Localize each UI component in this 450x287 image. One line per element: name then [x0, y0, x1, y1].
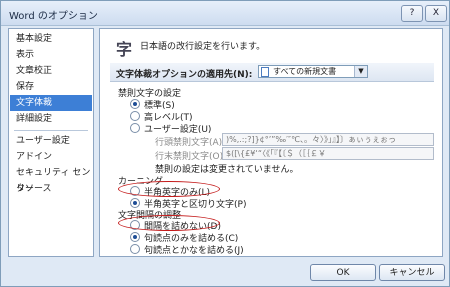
main-panel: 字 日本語の改行設定を行います。 文字体裁オプションの適用先(N): すべての新… — [99, 28, 443, 257]
line-start-field[interactable]: )%,.:;?]}¢°’”‰′″℃、。々〉》」』】〕ぁぃぅぇぉっ — [222, 133, 434, 146]
highlight-oval — [118, 181, 220, 197]
kinsoku-status-note: 禁則の設定は変更されていません。 — [155, 165, 299, 175]
sidebar-item-typography[interactable]: 文字体裁 — [10, 95, 92, 111]
apply-to-value: すべての新規文書 — [273, 67, 337, 76]
title-bar: Word のオプション ? X — [1, 1, 449, 26]
spacing-punct-kana-radio[interactable] — [130, 244, 140, 254]
chevron-down-icon[interactable]: ▼ — [354, 66, 367, 77]
line-start-label: 行頭禁則文字(A) — [155, 138, 223, 148]
window-title: Word のオプション — [9, 11, 98, 22]
line-end-field[interactable]: $([\{£¥‘“〈《「『【〔＄（［｛￡￥ — [222, 147, 434, 160]
kinsoku-standard-radio[interactable] — [130, 99, 140, 109]
sidebar-item-advanced[interactable]: 詳細設定 — [10, 111, 92, 127]
close-button[interactable]: X — [425, 5, 447, 22]
ok-button[interactable]: OK — [310, 264, 376, 281]
sidebar-item-save[interactable]: 保存 — [10, 79, 92, 95]
options-dialog: Word のオプション ? X 基本設定 表示 文章校正 保存 文字体裁 詳細設… — [0, 0, 450, 287]
sidebar-divider — [14, 130, 88, 131]
apply-to-label: 文字体裁オプションの適用先(N): — [116, 70, 253, 80]
typography-icon: 字 — [116, 40, 133, 59]
sidebar-item-display[interactable]: 表示 — [10, 47, 92, 63]
kinsoku-user-radio[interactable] — [130, 123, 140, 133]
spacing-punct-kana-label[interactable]: 句読点とかなを詰める(J) — [144, 243, 244, 256]
sidebar: 基本設定 表示 文章校正 保存 文字体裁 詳細設定 ユーザー設定 アドイン セキ… — [8, 28, 94, 257]
document-icon — [261, 67, 269, 77]
kerning-alpha-punct-radio[interactable] — [130, 198, 140, 208]
apply-to-dropdown[interactable]: すべての新規文書 ▼ — [258, 65, 368, 78]
cancel-button[interactable]: キャンセル — [379, 264, 445, 281]
sidebar-item-basic[interactable]: 基本設定 — [10, 31, 92, 47]
line-end-label: 行末禁則文字(O) — [155, 152, 224, 162]
sidebar-item-trust-center[interactable]: セキュリティ センター — [10, 165, 92, 194]
panel-description: 日本語の改行設定を行います。 — [140, 42, 266, 52]
kinsoku-high-radio[interactable] — [130, 111, 140, 121]
sidebar-item-customize[interactable]: ユーザー設定 — [10, 133, 92, 149]
apply-to-bar: 文字体裁オプションの適用先(N): すべての新規文書 ▼ — [110, 63, 434, 82]
spacing-punct-radio[interactable] — [130, 232, 140, 242]
sidebar-item-addins[interactable]: アドイン — [10, 149, 92, 165]
sidebar-item-resources[interactable]: リソース — [10, 181, 92, 197]
highlight-oval — [118, 215, 220, 231]
help-button[interactable]: ? — [401, 5, 423, 22]
kinsoku-user-label[interactable]: ユーザー設定(U) — [144, 122, 211, 135]
sidebar-item-proofing[interactable]: 文章校正 — [10, 63, 92, 79]
